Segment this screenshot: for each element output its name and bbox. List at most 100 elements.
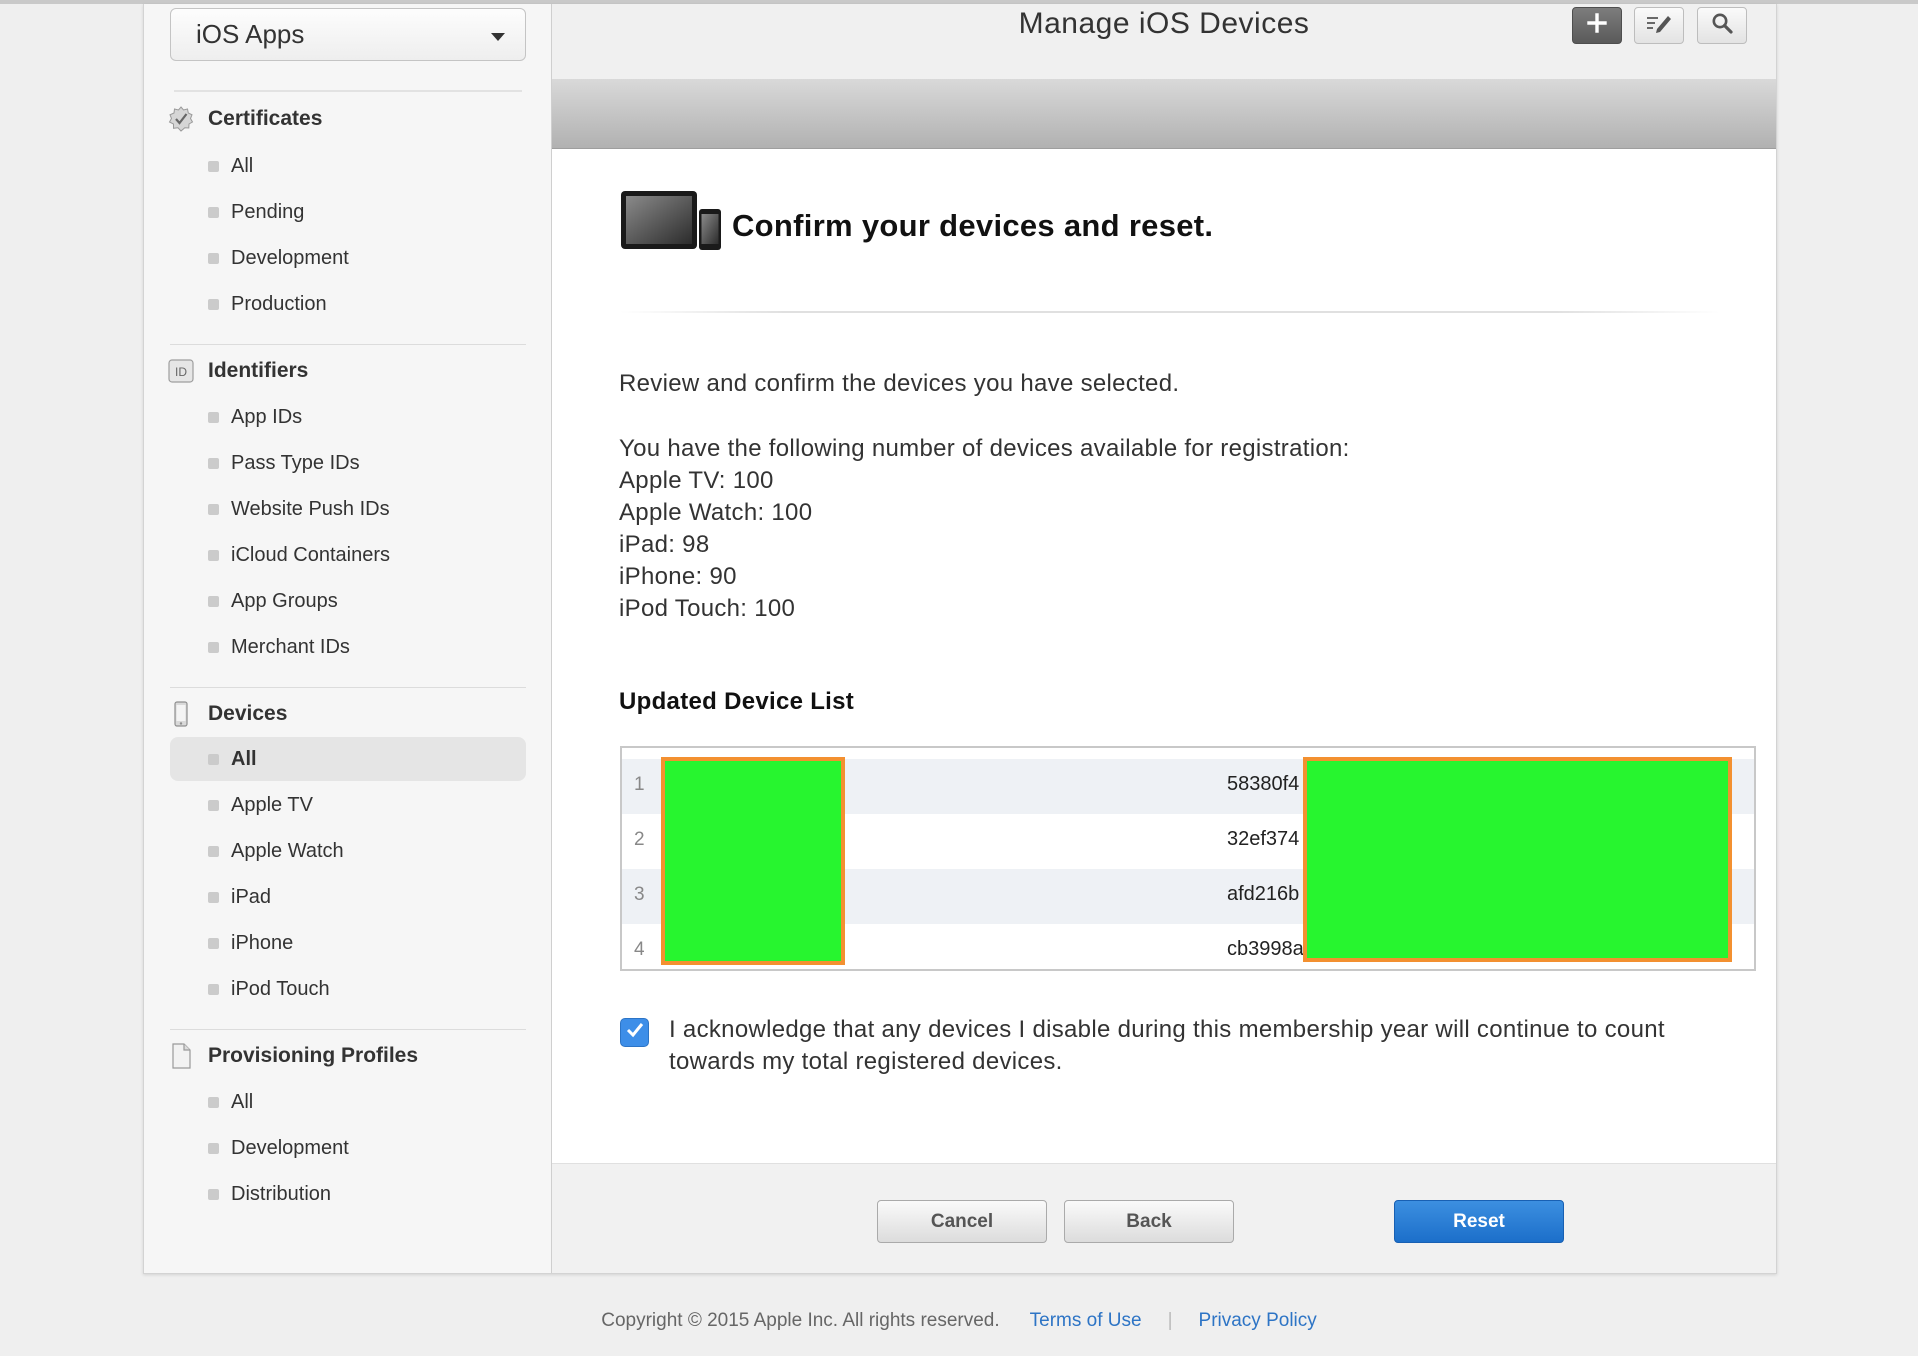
document-icon xyxy=(168,1043,194,1069)
header-band xyxy=(552,79,1776,149)
edit-button[interactable] xyxy=(1634,7,1684,44)
plus-icon xyxy=(1586,12,1608,39)
sidebar-item-label: Development xyxy=(231,246,349,269)
bullet-icon xyxy=(208,937,219,949)
back-button[interactable]: Back xyxy=(1064,1200,1234,1243)
add-device-button[interactable] xyxy=(1572,7,1622,44)
heading-divider xyxy=(620,311,1720,313)
section-title: Devices xyxy=(208,702,288,725)
sidebar-item-label: Production xyxy=(231,292,327,315)
row-index: 3 xyxy=(634,884,645,905)
sidebar-item-label: iCloud Containers xyxy=(231,543,390,566)
bullet-icon xyxy=(208,1142,219,1154)
availability-apple-tv: Apple TV: 100 xyxy=(619,467,774,494)
sidebar-item-apple-watch[interactable]: Apple Watch xyxy=(170,829,526,873)
platform-select[interactable]: iOS Apps xyxy=(170,8,526,61)
sidebar-item-label: Distribution xyxy=(231,1182,332,1205)
terms-of-use-link[interactable]: Terms of Use xyxy=(1030,1310,1142,1332)
svg-text:ID: ID xyxy=(175,365,187,379)
availability-ipad: iPad: 98 xyxy=(619,531,710,558)
bullet-icon xyxy=(208,891,219,903)
row-index: 4 xyxy=(634,939,645,960)
sidebar-item-apple-tv[interactable]: Apple TV xyxy=(170,783,526,827)
sidebar-item-certificates-production[interactable]: Production xyxy=(170,282,526,326)
sidebar-item-icloud-containers[interactable]: iCloud Containers xyxy=(170,533,526,577)
sidebar-item-certificates-development[interactable]: Development xyxy=(170,236,526,280)
row-index: 1 xyxy=(634,774,645,795)
page-footer: Copyright © 2015 Apple Inc. All rights r… xyxy=(0,1306,1918,1336)
sidebar-item-certificates-all[interactable]: All xyxy=(170,144,526,188)
reset-button[interactable]: Reset xyxy=(1394,1200,1564,1243)
bullet-icon xyxy=(208,503,219,515)
main-panel: Manage iOS Devices Confirm your devices … xyxy=(552,4,1776,1273)
developer-portal-frame: iOS Apps Certificates All Pending Develo… xyxy=(143,4,1777,1274)
sidebar-item-label: Pass Type IDs xyxy=(231,451,360,474)
availability-apple-watch: Apple Watch: 100 xyxy=(619,499,813,526)
sidebar-item-ipod-touch[interactable]: iPod Touch xyxy=(170,967,526,1011)
sidebar-item-label: Merchant IDs xyxy=(231,635,350,658)
section-title: Identifiers xyxy=(208,359,309,382)
section-identifiers[interactable]: ID Identifiers xyxy=(168,355,308,387)
sidebar-item-certificates-pending[interactable]: Pending xyxy=(170,190,526,234)
sidebar-item-profiles-all[interactable]: All xyxy=(170,1080,526,1124)
sidebar-item-label: App Groups xyxy=(231,589,338,612)
bullet-icon xyxy=(208,595,219,607)
availability-intro: You have the following number of devices… xyxy=(619,435,1350,462)
sidebar-item-label: iPhone xyxy=(231,931,294,954)
bullet-icon xyxy=(208,160,219,172)
sidebar-item-label: Apple TV xyxy=(231,793,313,816)
sidebar-item-label: Apple Watch xyxy=(231,839,344,862)
device-list-table: 1 58380f4 2 32ef374 3 afd216b 4 cb3998a xyxy=(620,746,1756,971)
sidebar-item-merchant-ids[interactable]: Merchant IDs xyxy=(170,625,526,669)
chevron-down-icon xyxy=(491,33,505,41)
sidebar-item-devices-all[interactable]: All xyxy=(170,737,526,781)
certificate-badge-icon xyxy=(168,106,194,132)
device-udid: cb3998a xyxy=(1227,938,1304,960)
redacted-device-names xyxy=(661,757,845,965)
sidebar-item-app-ids[interactable]: App IDs xyxy=(170,395,526,439)
acknowledge-checkbox[interactable] xyxy=(620,1018,649,1047)
sidebar-item-pass-type-ids[interactable]: Pass Type IDs xyxy=(170,441,526,485)
privacy-policy-link[interactable]: Privacy Policy xyxy=(1199,1310,1317,1332)
reset-devices-content: Confirm your devices and reset. Review a… xyxy=(552,150,1776,1163)
id-badge-icon: ID xyxy=(168,358,194,384)
sidebar-item-label: All xyxy=(231,747,257,770)
bullet-icon xyxy=(208,252,219,264)
sidebar-item-iphone[interactable]: iPhone xyxy=(170,921,526,965)
sidebar-item-label: All xyxy=(231,1090,254,1113)
bullet-icon xyxy=(208,549,219,561)
section-title: Provisioning Profiles xyxy=(208,1044,419,1067)
sidebar-divider xyxy=(174,90,522,92)
device-udid: 58380f4 xyxy=(1227,773,1300,795)
section-divider xyxy=(170,1029,526,1030)
cancel-button[interactable]: Cancel xyxy=(877,1200,1047,1243)
availability-ipod-touch: iPod Touch: 100 xyxy=(619,595,796,622)
review-text: Review and confirm the devices you have … xyxy=(619,370,1180,397)
section-provisioning-profiles[interactable]: Provisioning Profiles xyxy=(168,1040,418,1072)
sidebar-item-ipad[interactable]: iPad xyxy=(170,875,526,919)
section-certificates[interactable]: Certificates xyxy=(168,103,322,135)
bullet-icon xyxy=(208,799,219,811)
sidebar-item-profiles-development[interactable]: Development xyxy=(170,1126,526,1170)
bullet-icon xyxy=(208,411,219,423)
section-devices[interactable]: Devices xyxy=(168,698,287,730)
sidebar-item-label: Pending xyxy=(231,200,305,223)
page-header: Manage iOS Devices xyxy=(552,4,1776,79)
sidebar-item-profiles-distribution[interactable]: Distribution xyxy=(170,1172,526,1216)
search-button[interactable] xyxy=(1697,7,1747,44)
availability-iphone: iPhone: 90 xyxy=(619,563,737,590)
bullet-icon xyxy=(208,298,219,310)
footer-separator: | xyxy=(1167,1310,1173,1331)
checkmark-icon xyxy=(625,1021,645,1044)
bullet-icon xyxy=(208,753,219,765)
device-udid: 32ef374 xyxy=(1227,828,1300,850)
search-icon xyxy=(1711,12,1733,39)
bullet-icon xyxy=(208,1096,219,1108)
device-udid: afd216b xyxy=(1227,883,1300,905)
bullet-icon xyxy=(208,457,219,469)
sidebar-item-website-push-ids[interactable]: Website Push IDs xyxy=(170,487,526,531)
bullet-icon xyxy=(208,845,219,857)
sidebar-item-app-groups[interactable]: App Groups xyxy=(170,579,526,623)
redacted-device-udids xyxy=(1303,757,1732,962)
availability-block: You have the following number of devices… xyxy=(619,433,1350,625)
